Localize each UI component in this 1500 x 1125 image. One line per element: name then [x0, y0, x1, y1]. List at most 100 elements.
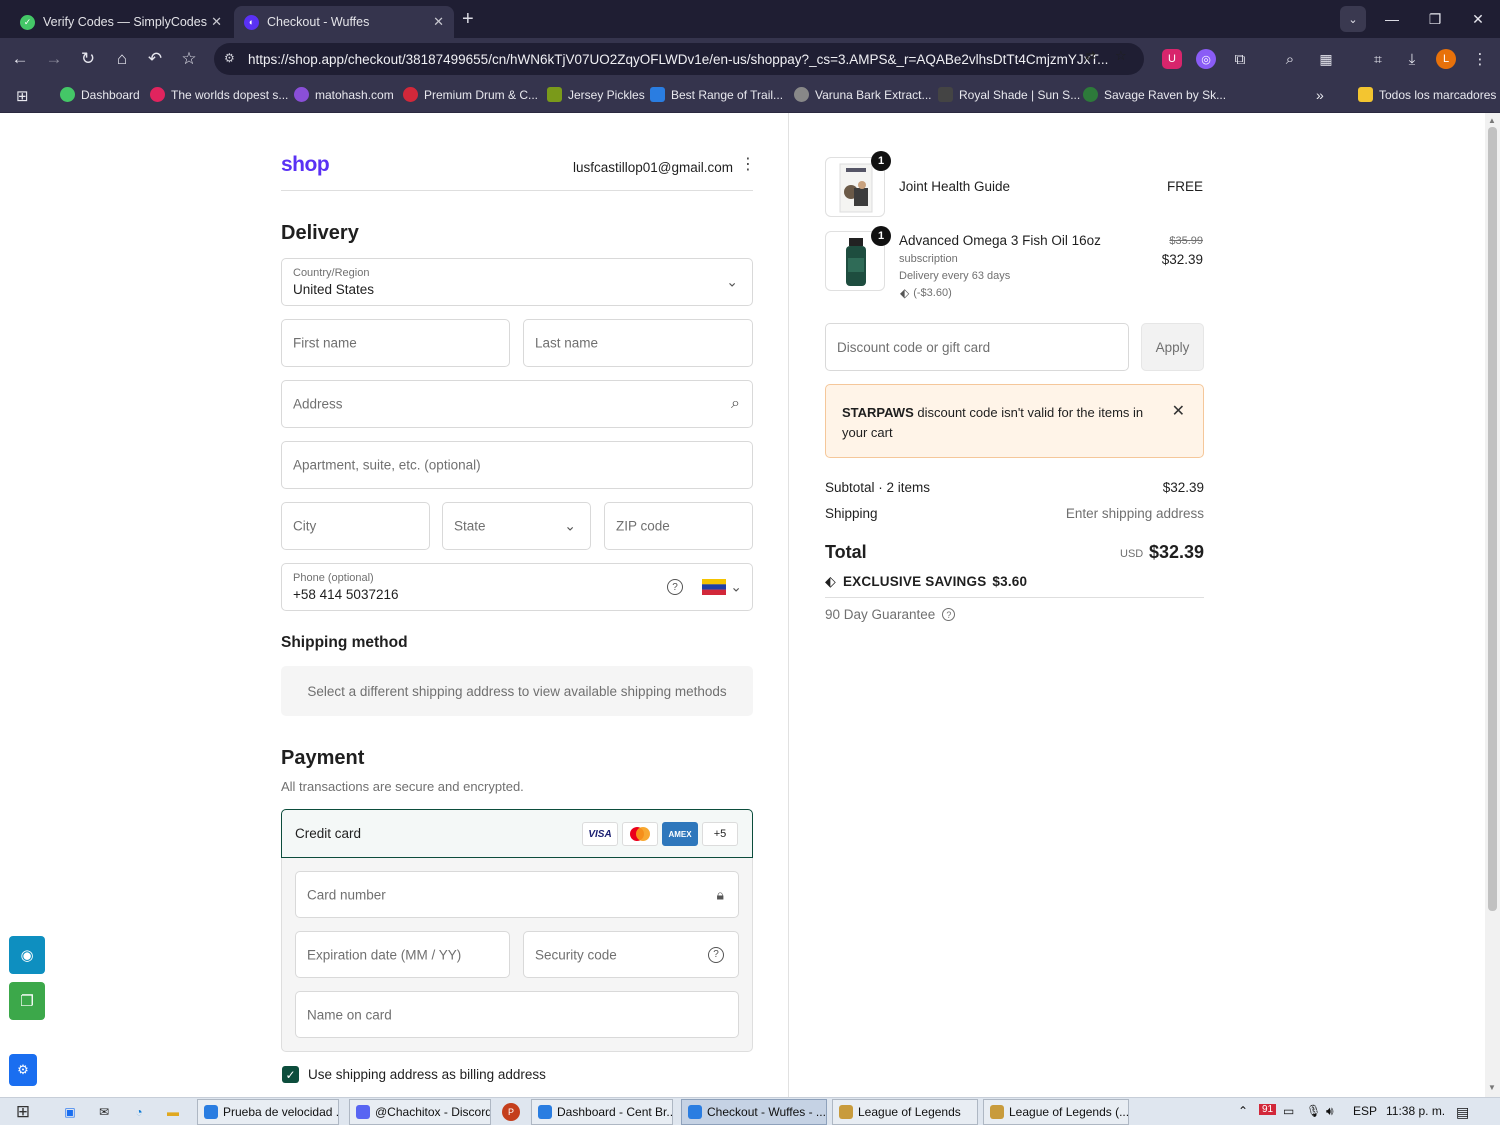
address-bar[interactable]: ⚙ https://shop.app/checkout/38187499655/… — [214, 43, 1144, 75]
taskbar-app-active[interactable]: Checkout - Wuffes - ... — [681, 1099, 827, 1125]
card-number-field[interactable]: Card number 🔒︎ — [295, 871, 739, 918]
address-field[interactable]: Address ⌕ — [281, 380, 753, 428]
account-menu-icon[interactable]: ⋮ — [740, 157, 756, 173]
copy-icon[interactable]: ❐ — [9, 982, 45, 1020]
edge-icon[interactable]: ◔ — [130, 1103, 148, 1121]
taskbar-app[interactable]: Prueba de velocidad ... — [197, 1099, 339, 1125]
qr-icon[interactable]: ▦ — [1316, 49, 1336, 69]
puzzle-icon[interactable]: ⧉ — [1230, 49, 1250, 69]
billing-address-label[interactable]: Use shipping address as billing address — [308, 1067, 546, 1082]
last-name-field[interactable]: Last name — [523, 319, 753, 367]
file-explorer-icon[interactable]: ▬ — [164, 1103, 182, 1121]
start-grid-icon[interactable]: ⊞ — [14, 1102, 32, 1121]
chrome-icon — [204, 1105, 218, 1119]
bookmark-star-icon[interactable]: ☆ — [177, 47, 201, 71]
translate-icon[interactable]: ⇄ — [1085, 48, 1096, 64]
settings-gear-icon[interactable]: ⚙ — [9, 1054, 37, 1086]
folder-icon — [1358, 87, 1373, 102]
tray-expand-icon[interactable]: ⌃ — [1238, 1104, 1248, 1118]
tab-checkout[interactable]: ◐ Checkout - Wuffes ✕ — [234, 6, 454, 38]
powerpoint-icon[interactable]: P — [502, 1103, 520, 1121]
scroll-down-icon[interactable]: ▼ — [1488, 1083, 1496, 1092]
discount-code-input[interactable]: Discount code or gift card — [825, 323, 1129, 371]
bookmark-item[interactable]: Jersey Pickles — [547, 87, 645, 102]
shipping-method-heading: Shipping method — [281, 634, 408, 651]
site-info-icon[interactable]: ⚙ — [224, 51, 240, 67]
taskbar-app[interactable]: League of Legends — [832, 1099, 978, 1125]
profile-avatar[interactable]: L — [1436, 49, 1456, 69]
apps-grid-icon[interactable]: ⊞ — [16, 87, 29, 105]
network-icon[interactable]: ▭ — [1283, 1104, 1294, 1118]
venezuela-flag-icon[interactable] — [702, 579, 726, 595]
help-icon[interactable]: ? — [667, 579, 683, 595]
bookmark-item[interactable]: Royal Shade | Sun S... — [938, 87, 1080, 102]
star-icon[interactable]: ☆ — [1115, 48, 1127, 64]
language-indicator[interactable]: ESP — [1353, 1104, 1377, 1118]
billing-address-checkbox[interactable]: ✓ — [282, 1066, 299, 1083]
microphone-icon[interactable]: 🎙︎ — [1306, 1104, 1321, 1118]
bookmark-item[interactable]: Best Range of Trail... — [650, 87, 783, 102]
download-icon[interactable]: ⤓ — [1402, 49, 1422, 69]
expiration-field[interactable]: Expiration date (MM / YY) — [295, 931, 510, 978]
bookmark-item[interactable]: Savage Raven by Sk... — [1083, 87, 1226, 102]
phone-field[interactable]: Phone (optional) +58 414 5037216 ? ⌄ — [281, 563, 753, 611]
close-icon[interactable]: ✕ — [211, 14, 222, 30]
volume-icon[interactable]: 🔊︎ — [1326, 1104, 1334, 1119]
taskbar-app[interactable]: League of Legends (... — [983, 1099, 1129, 1125]
taskbar-app[interactable]: Dashboard - Cent Br... — [531, 1099, 673, 1125]
close-icon[interactable]: ✕ — [1172, 401, 1185, 421]
help-icon[interactable]: ? — [708, 946, 724, 963]
page-scrollbar[interactable]: ▲ ▼ — [1485, 113, 1500, 1097]
close-icon[interactable]: ✕ — [433, 14, 444, 30]
name-on-card-field[interactable]: Name on card — [295, 991, 739, 1038]
state-select[interactable]: State ⌄ — [442, 502, 591, 550]
tray-badge[interactable]: 91 — [1259, 1104, 1277, 1115]
zoom-search-icon[interactable]: ⌕ — [1280, 49, 1300, 69]
country-value: United States — [293, 282, 375, 297]
apartment-field[interactable]: Apartment, suite, etc. (optional) — [281, 441, 753, 489]
bookmark-item[interactable]: Premium Drum & C... — [403, 87, 538, 102]
bookmarks-folder[interactable]: Todos los marcadores — [1358, 87, 1496, 102]
scroll-thumb[interactable] — [1488, 127, 1497, 911]
new-tab-button[interactable]: + — [462, 8, 474, 31]
first-name-field[interactable]: First name — [281, 319, 510, 367]
extension-icon[interactable]: ◎ — [1196, 49, 1216, 69]
back-arrow-icon[interactable]: ← — [8, 47, 32, 71]
bookmark-item[interactable]: Varuna Bark Extract... — [794, 87, 932, 102]
crop-icon[interactable]: ⌗ — [1368, 49, 1388, 69]
bookmark-item[interactable]: matohash.com — [294, 87, 394, 102]
guarantee-row[interactable]: 90 Day Guarantee ? — [825, 607, 956, 622]
taskbar-app[interactable]: @Chachitox - Discord — [349, 1099, 491, 1125]
reload-icon[interactable]: ↻ — [76, 47, 100, 71]
more-bookmarks-icon[interactable]: » — [1316, 87, 1324, 103]
mail-icon[interactable]: ✉ — [95, 1103, 113, 1121]
ublock-icon[interactable]: U — [1162, 49, 1182, 69]
tab-search-chevron-icon[interactable]: ⌄ — [1340, 6, 1366, 32]
bookmark-item[interactable]: Dashboard — [60, 87, 140, 102]
clock[interactable]: 11:38 p. m. — [1386, 1104, 1445, 1118]
security-code-field[interactable]: Security code ? — [523, 931, 739, 978]
shop-logo[interactable]: shop — [281, 153, 330, 177]
scroll-up-icon[interactable]: ▲ — [1488, 116, 1496, 125]
notifications-icon[interactable]: ▤ — [1456, 1104, 1469, 1121]
window-close-button[interactable]: ✕ — [1457, 0, 1499, 38]
menu-kebab-icon[interactable]: ⋮ — [1470, 49, 1490, 69]
help-icon[interactable]: ? — [942, 608, 956, 621]
tab-simplycodes[interactable]: ✓ Verify Codes — SimplyCodes ✕ — [10, 6, 232, 38]
eye-icon[interactable]: ◉ — [9, 936, 45, 974]
country-label: Country/Region — [293, 267, 370, 279]
minimize-button[interactable]: — — [1371, 0, 1413, 38]
apply-discount-button[interactable]: Apply — [1141, 323, 1204, 371]
credit-card-option[interactable]: Credit card VISA AMEX +5 — [281, 809, 753, 858]
city-field[interactable]: City — [281, 502, 430, 550]
restore-button[interactable]: ❐ — [1414, 0, 1456, 38]
bookmark-item[interactable]: The worlds dopest s... — [150, 87, 288, 102]
undo-icon[interactable]: ↶ — [143, 47, 167, 71]
zip-field[interactable]: ZIP code — [604, 502, 753, 550]
chevron-down-icon[interactable]: ⌄ — [730, 579, 742, 596]
savings-row: ⬖ EXCLUSIVE SAVINGS $3.60 — [825, 573, 1027, 590]
home-icon[interactable]: ⌂ — [110, 47, 134, 71]
country-select[interactable]: Country/Region United States ⌄ — [281, 258, 753, 306]
store-icon[interactable]: ▣ — [61, 1103, 79, 1121]
forward-arrow-icon[interactable]: → — [42, 47, 66, 71]
